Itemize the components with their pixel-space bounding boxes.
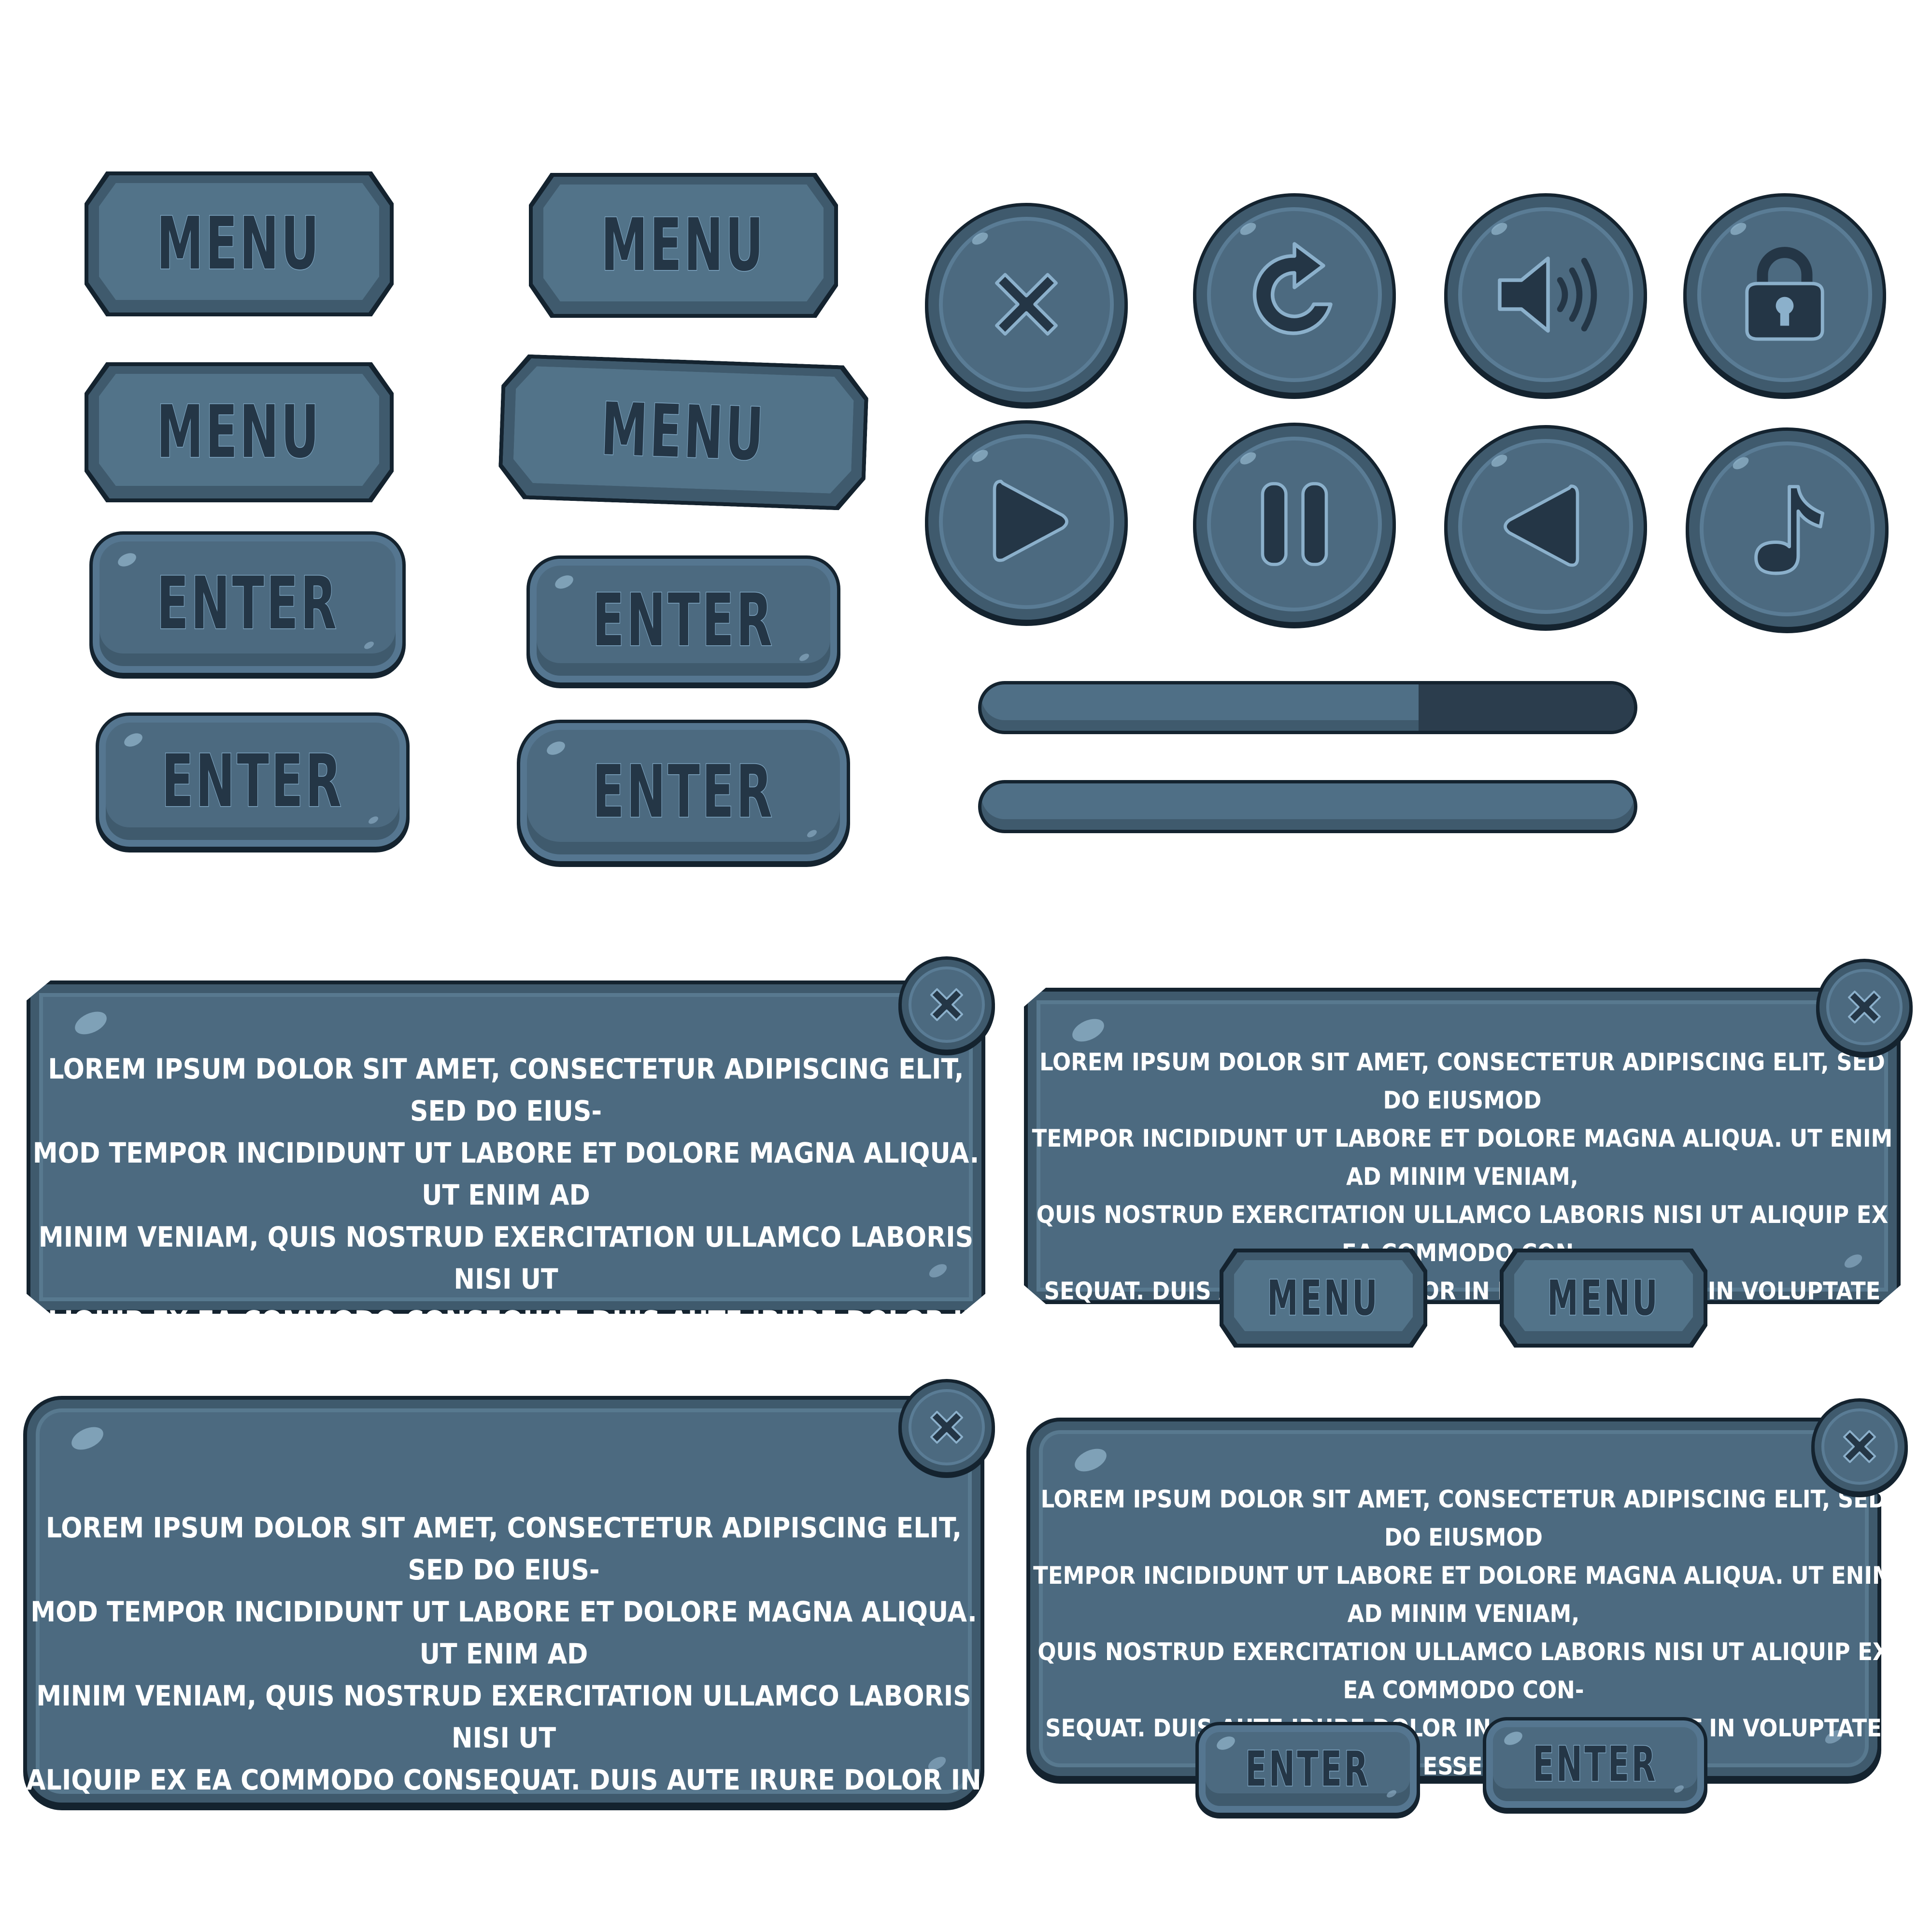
enter-button-label: ENTER [592,750,775,835]
music-button[interactable] [1686,427,1889,630]
dialog-enter-button-1[interactable]: ENTER [1195,1722,1420,1816]
restart-icon [1252,242,1333,335]
play-button[interactable] [925,420,1128,623]
close-icon [930,988,963,1021]
menu-button-label: MENU [156,390,322,475]
back-button[interactable] [1444,425,1647,628]
menu-button-label: MENU [601,203,766,288]
dialog-panel-2-text: LOREM IPSUM DOLOR SIT AMET, CONSECTETUR … [1032,1048,1893,1381]
enter-button-2[interactable]: ENTER [526,555,840,686]
lock-icon [1745,247,1824,341]
close-icon [1843,1430,1876,1463]
menu-button-label: MENU [1547,1269,1660,1327]
progress-bar-1 [978,681,1637,734]
sound-button[interactable] [1444,193,1647,396]
close-icon [1848,991,1881,1023]
pause-button[interactable] [1193,423,1396,625]
menu-button-4[interactable]: MENU [497,354,869,511]
enter-button-label: ENTER [1245,1740,1370,1798]
play-icon [993,480,1068,562]
close-icon [930,1411,963,1444]
enter-button-3[interactable]: ENTER [96,712,410,850]
dialog-close-button[interactable] [1811,1398,1908,1495]
sound-icon [1498,256,1597,333]
menu-button-label: MENU [156,201,322,287]
back-icon [1504,484,1579,567]
dialog-panel-3-text: LOREM IPSUM DOLOR SIT AMET, CONSECTETUR … [25,1511,982,1922]
dialog-enter-button-2[interactable]: ENTER [1483,1717,1707,1811]
restart-button[interactable] [1193,193,1396,396]
music-note-icon [1754,485,1825,575]
enter-button-label: ENTER [1532,1735,1658,1793]
menu-button-2[interactable]: MENU [529,173,838,318]
close-icon [995,273,1058,336]
dialog-menu-button-1[interactable]: MENU [1220,1249,1427,1348]
dialog-close-button[interactable] [1816,959,1913,1055]
menu-button-3[interactable]: MENU [85,362,394,502]
menu-button-label: MENU [599,387,767,478]
close-button[interactable] [925,203,1128,406]
enter-button-label: ENTER [592,578,775,664]
enter-button-4[interactable]: ENTER [517,720,850,865]
enter-button-1[interactable]: ENTER [89,531,406,676]
dialog-close-button[interactable] [898,956,995,1053]
progress-bar-empty-part [1419,684,1634,731]
dialog-menu-button-2[interactable]: MENU [1500,1249,1707,1348]
menu-button-1[interactable]: MENU [85,171,394,316]
progress-bar-2 [978,780,1637,833]
lock-button[interactable] [1683,193,1886,396]
pause-icon [1261,482,1328,566]
dialog-panel-4-text: LOREM IPSUM DOLOR SIT AMET, CONSECTETUR … [1033,1485,1894,1818]
enter-button-label: ENTER [161,739,344,824]
enter-button-label: ENTER [156,561,339,647]
dialog-close-button[interactable] [898,1379,995,1476]
menu-button-label: MENU [1267,1269,1380,1327]
